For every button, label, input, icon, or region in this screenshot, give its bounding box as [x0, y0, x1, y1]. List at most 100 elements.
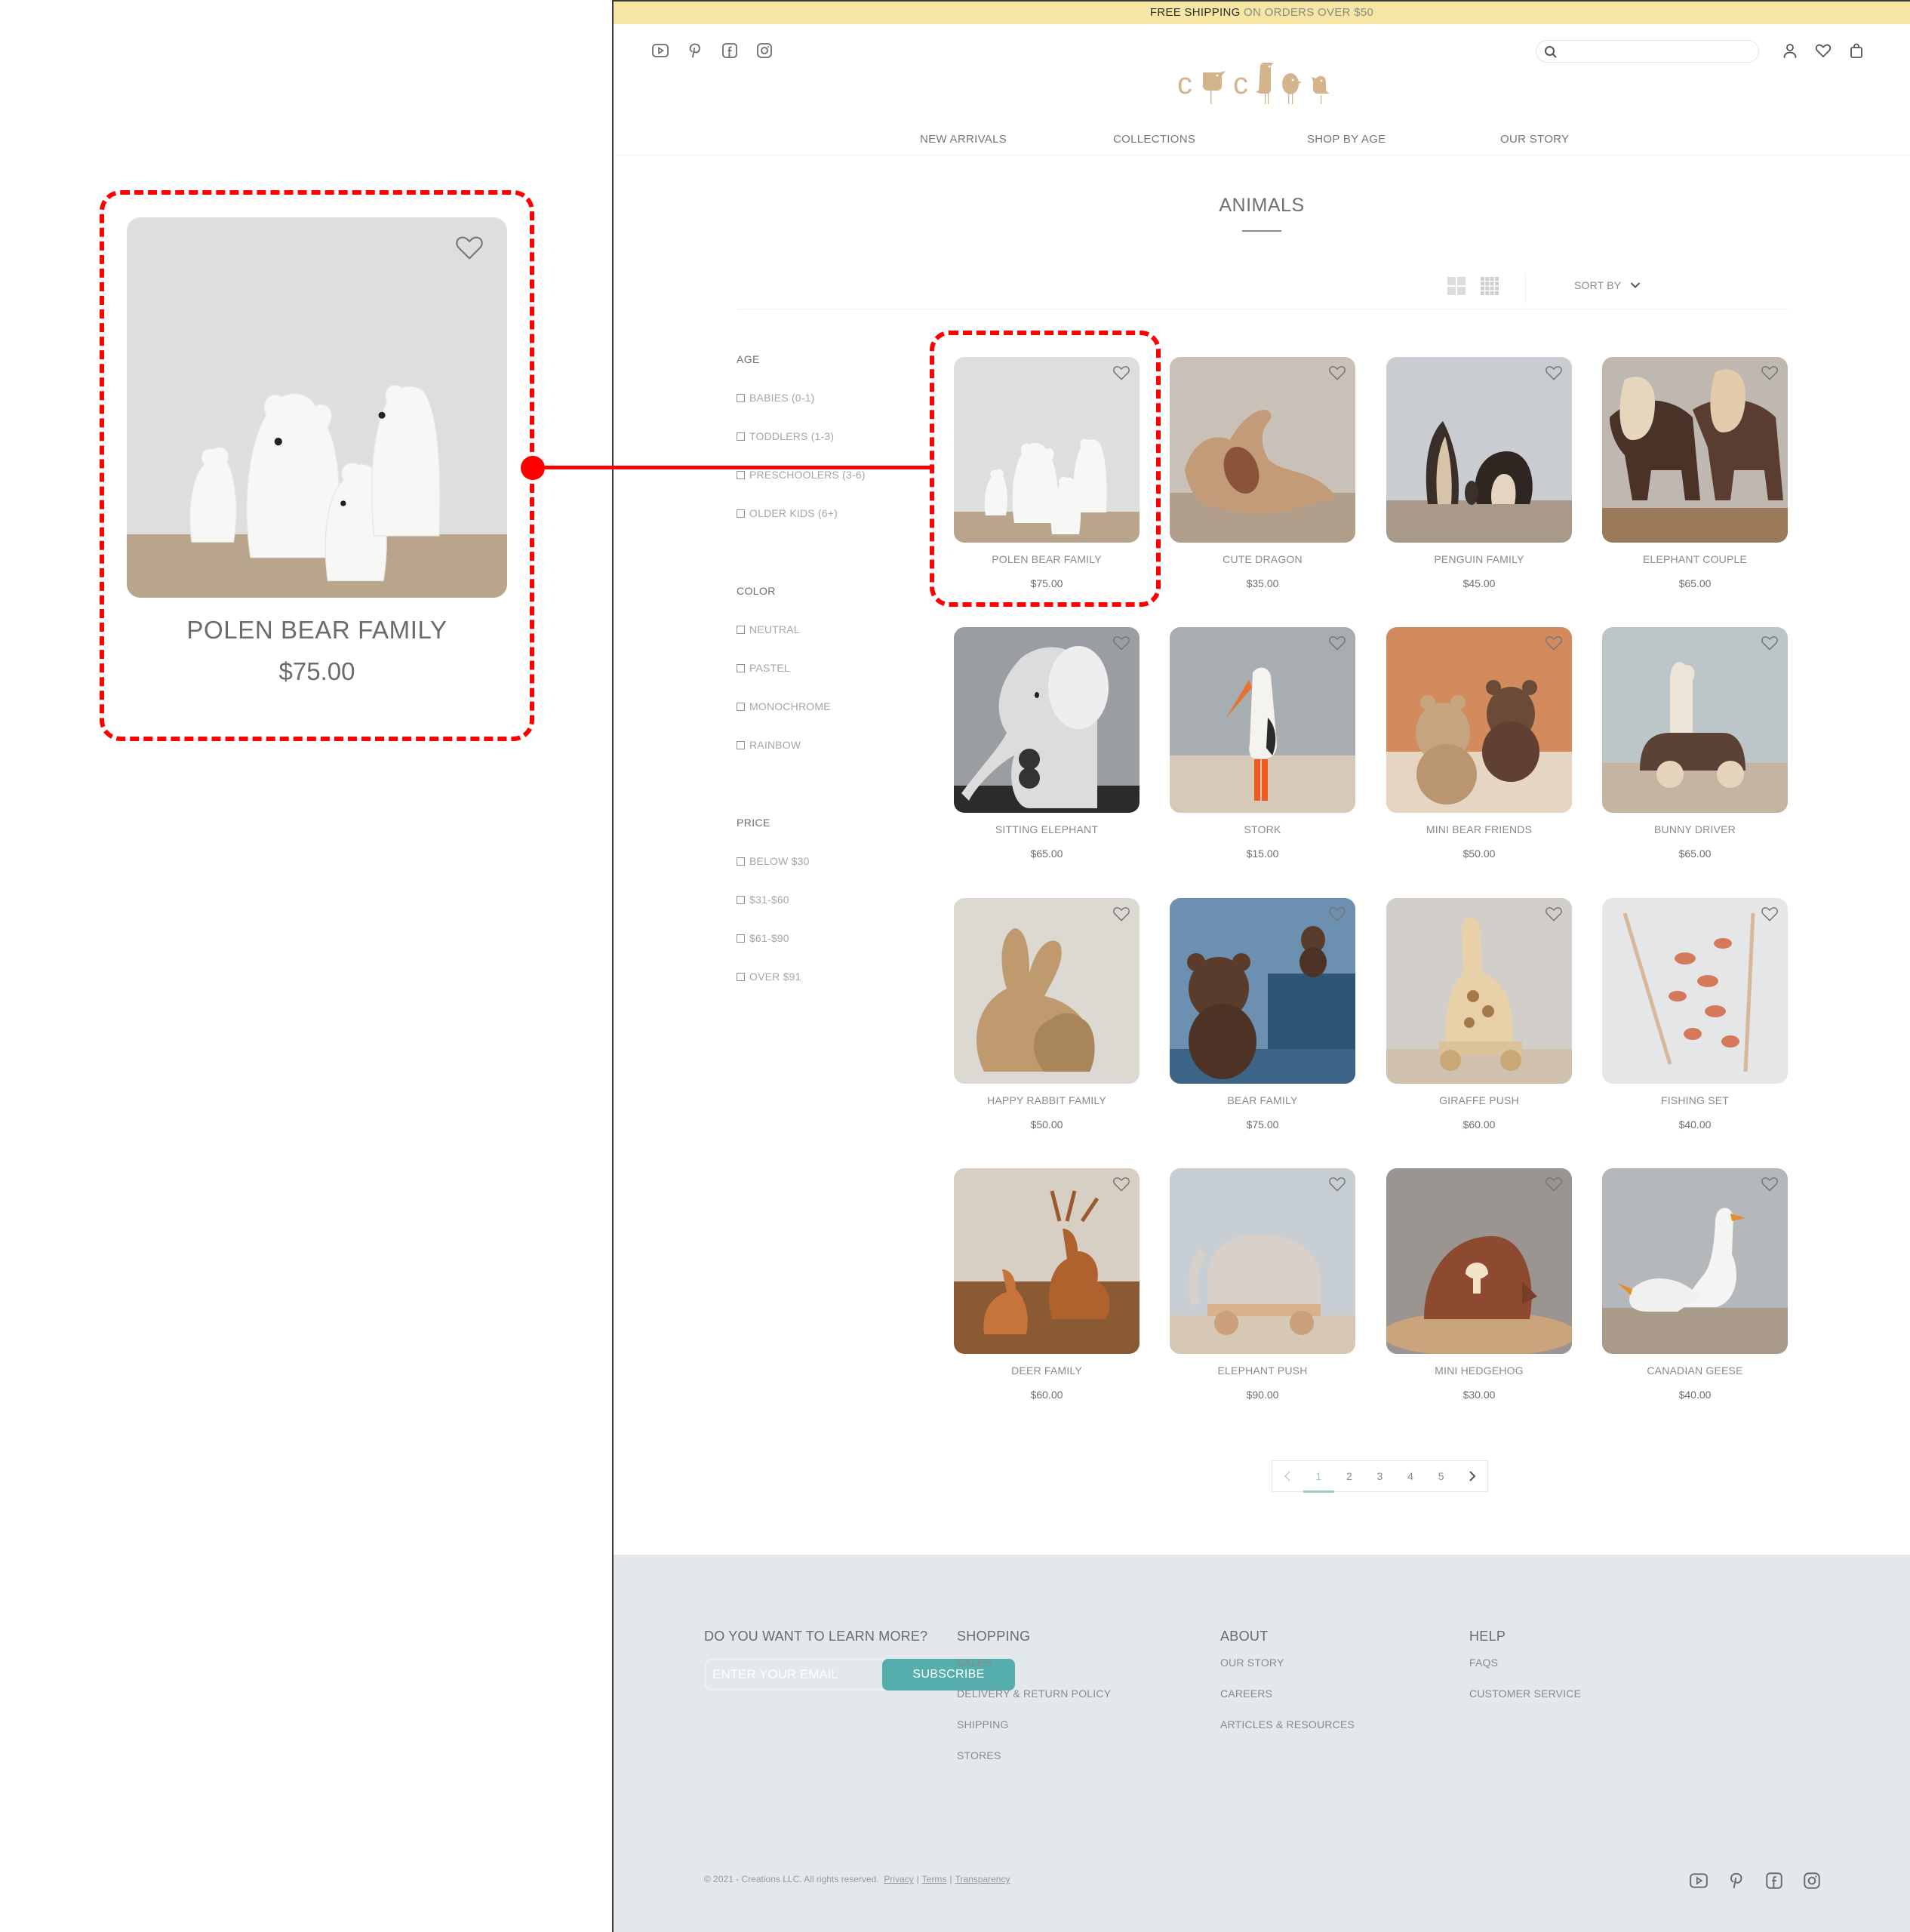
wishlist-heart-icon[interactable] — [1328, 1176, 1346, 1192]
product-name[interactable]: HAPPY RABBIT FAMILY — [939, 1094, 1155, 1106]
search-input[interactable] — [1562, 43, 1751, 60]
filter-option[interactable]: BELOW $30 — [737, 855, 810, 867]
footer-link[interactable]: CAREERS — [1220, 1686, 1355, 1717]
footer-link[interactable]: SALES — [957, 1655, 1111, 1686]
youtube-icon[interactable] — [1689, 1872, 1709, 1890]
bag-icon[interactable] — [1848, 42, 1865, 59]
product-name[interactable]: GIRAFFE PUSH — [1371, 1094, 1587, 1106]
filter-option[interactable]: PASTEL — [737, 662, 790, 674]
grid-2-icon[interactable] — [1447, 277, 1466, 295]
pinterest-icon[interactable] — [1727, 1872, 1746, 1890]
filter-checkbox[interactable] — [737, 663, 745, 672]
product-image[interactable] — [1170, 627, 1355, 813]
product-image[interactable] — [1602, 357, 1788, 543]
pagination-page[interactable]: 1 — [1303, 1461, 1334, 1493]
transparency-link[interactable]: Transparency — [955, 1874, 1010, 1884]
wishlist-heart-icon[interactable] — [1545, 365, 1563, 381]
product-name[interactable]: STORK — [1155, 823, 1370, 835]
nav-shop-by-age[interactable]: SHOP BY AGE — [1307, 133, 1386, 146]
product-card[interactable]: BEAR FAMILY $75.00 — [1170, 898, 1355, 1132]
facebook-icon[interactable] — [721, 42, 739, 59]
footer-link[interactable]: SHIPPING — [957, 1717, 1111, 1748]
sort-dropdown[interactable]: SORT BY — [1574, 279, 1641, 291]
product-name[interactable]: CANADIAN GEESE — [1587, 1364, 1803, 1377]
product-name[interactable]: CUTE DRAGON — [1155, 553, 1370, 565]
instagram-icon[interactable] — [755, 42, 774, 59]
product-name[interactable]: DEER FAMILY — [939, 1364, 1155, 1377]
product-name[interactable]: SITTING ELEPHANT — [939, 823, 1155, 835]
filter-checkbox[interactable] — [737, 934, 745, 943]
product-image[interactable] — [1170, 357, 1355, 543]
youtube-icon[interactable] — [651, 42, 669, 59]
pagination-next[interactable] — [1456, 1461, 1487, 1491]
filter-option[interactable]: MONOCHROME — [737, 700, 831, 712]
product-image[interactable] — [1386, 898, 1572, 1084]
search-icon[interactable] — [1544, 45, 1558, 59]
product-card[interactable]: ELEPHANT PUSH $90.00 — [1170, 1168, 1355, 1402]
wishlist-heart-icon[interactable] — [1328, 635, 1346, 651]
wishlist-heart-icon[interactable] — [1761, 906, 1779, 922]
footer-link[interactable]: OUR STORY — [1220, 1655, 1355, 1686]
nav-new-arrivals[interactable]: NEW ARRIVALS — [920, 133, 1007, 146]
search-bar[interactable] — [1536, 40, 1759, 63]
product-card[interactable]: CANADIAN GEESE $40.00 — [1602, 1168, 1788, 1402]
product-name[interactable]: BUNNY DRIVER — [1587, 823, 1803, 835]
product-image[interactable] — [1386, 627, 1572, 813]
footer-link[interactable]: STORES — [957, 1748, 1111, 1779]
wishlist-heart-icon[interactable] — [1328, 365, 1346, 381]
filter-option[interactable]: TODDLERS (1-3) — [737, 430, 834, 442]
filter-checkbox[interactable] — [737, 972, 745, 981]
brand-logo[interactable]: c c — [1177, 60, 1351, 113]
product-image[interactable] — [1602, 1168, 1788, 1354]
pagination-prev[interactable] — [1272, 1461, 1303, 1491]
filter-checkbox[interactable] — [737, 740, 745, 749]
grid-4-icon[interactable] — [1481, 277, 1499, 295]
filter-option[interactable]: OVER $91 — [737, 971, 801, 983]
product-name[interactable]: FISHING SET — [1587, 1094, 1803, 1106]
product-card[interactable]: SITTING ELEPHANT $65.00 — [954, 627, 1140, 861]
product-card[interactable]: MINI BEAR FRIENDS $50.00 — [1386, 627, 1572, 861]
wishlist-heart-icon[interactable] — [1545, 1176, 1563, 1192]
product-image[interactable] — [954, 627, 1140, 813]
product-name[interactable]: ELEPHANT PUSH — [1155, 1364, 1370, 1377]
wishlist-heart-icon[interactable] — [1761, 635, 1779, 651]
facebook-icon[interactable] — [1764, 1872, 1784, 1890]
footer-link[interactable]: CUSTOMER SERVICE — [1469, 1686, 1581, 1717]
footer-link[interactable]: ARTICLES & RESOURCES — [1220, 1717, 1355, 1748]
product-card[interactable]: PENGUIN FAMILY $45.00 — [1386, 357, 1572, 591]
email-input[interactable] — [712, 1665, 878, 1684]
product-name[interactable]: ELEPHANT COUPLE — [1587, 553, 1803, 565]
filter-option[interactable]: NEUTRAL — [737, 623, 800, 635]
product-card[interactable]: HAPPY RABBIT FAMILY $50.00 — [954, 898, 1140, 1132]
product-image[interactable] — [1602, 898, 1788, 1084]
wishlist-heart-icon[interactable] — [1112, 906, 1130, 922]
product-image[interactable] — [1170, 898, 1355, 1084]
wishlist-heart-icon[interactable] — [454, 234, 484, 261]
filter-checkbox[interactable] — [737, 625, 745, 634]
product-image[interactable] — [954, 898, 1140, 1084]
filter-checkbox[interactable] — [737, 857, 745, 866]
wishlist-heart-icon[interactable] — [1545, 906, 1563, 922]
product-image[interactable] — [1386, 357, 1572, 543]
product-card[interactable]: DEER FAMILY $60.00 — [954, 1168, 1140, 1402]
product-image[interactable] — [1386, 1168, 1572, 1354]
product-name[interactable]: MINI HEDGEHOG — [1371, 1364, 1587, 1377]
pinterest-icon[interactable] — [686, 42, 704, 59]
filter-checkbox[interactable] — [737, 393, 745, 402]
product-card[interactable]: GIRAFFE PUSH $60.00 — [1386, 898, 1572, 1132]
product-card[interactable]: CUTE DRAGON $35.00 — [1170, 357, 1355, 591]
footer-link[interactable]: FAQS — [1469, 1655, 1581, 1686]
wishlist-heart-icon[interactable] — [1545, 635, 1563, 651]
footer-link[interactable]: DELIVERY & RETURN POLICY — [957, 1686, 1111, 1717]
wishlist-heart-icon[interactable] — [1112, 635, 1130, 651]
filter-checkbox[interactable] — [737, 702, 745, 711]
product-card[interactable]: BUNNY DRIVER $65.00 — [1602, 627, 1788, 861]
wishlist-heart-icon[interactable] — [1761, 365, 1779, 381]
filter-option[interactable]: OLDER KIDS (6+) — [737, 507, 838, 519]
product-card[interactable]: FISHING SET $40.00 — [1602, 898, 1788, 1132]
filter-option[interactable]: $31-$60 — [737, 894, 789, 906]
product-name[interactable]: BEAR FAMILY — [1155, 1094, 1370, 1106]
product-image[interactable] — [1602, 627, 1788, 813]
wishlist-icon[interactable] — [1815, 42, 1832, 59]
nav-our-story[interactable]: OUR STORY — [1500, 133, 1569, 146]
